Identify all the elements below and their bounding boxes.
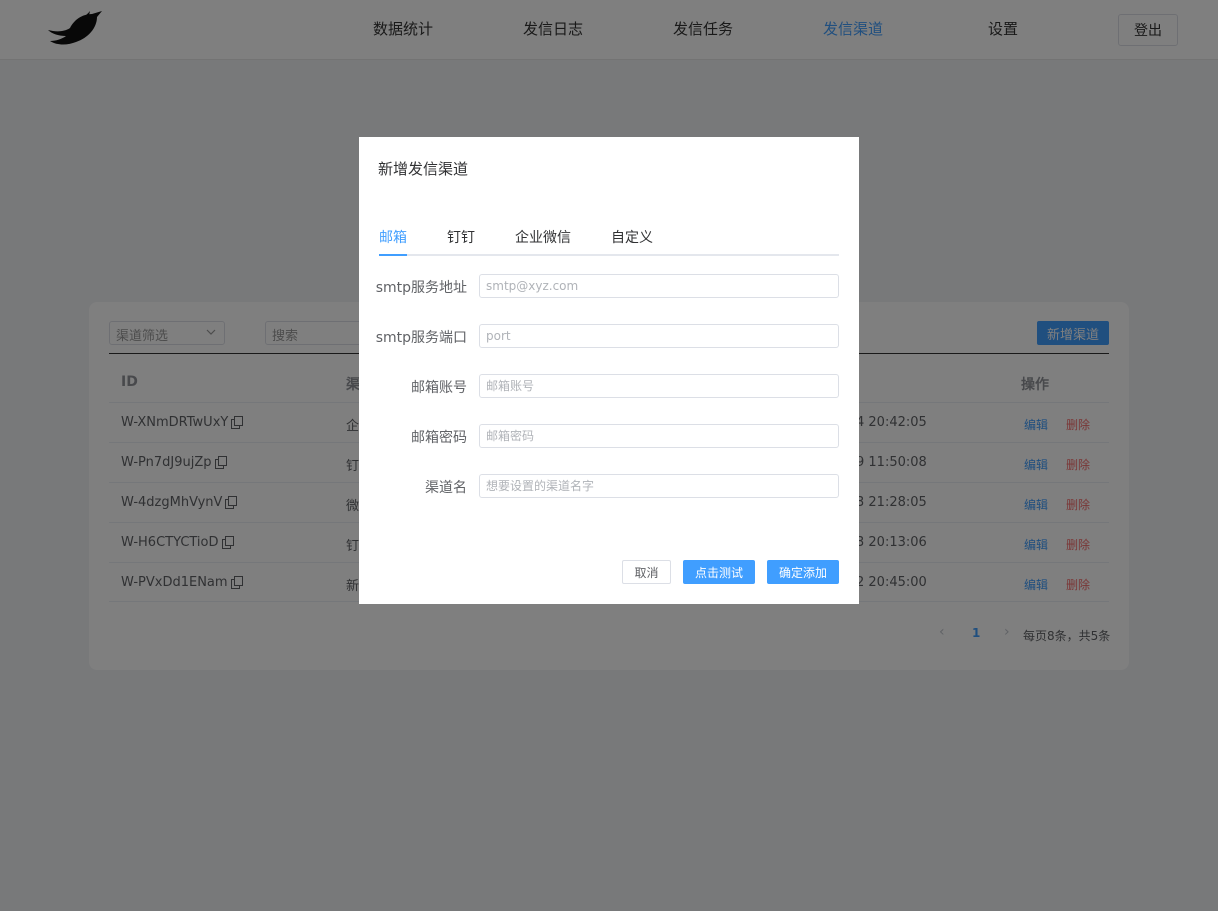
channel-name-label: 渠道名	[425, 480, 467, 496]
channel-name-input[interactable]	[479, 474, 839, 498]
smtp-port-input[interactable]	[479, 324, 839, 348]
smtp-host-label: smtp服务地址	[375, 280, 467, 296]
tab-dingtalk[interactable]: 钉钉	[447, 227, 475, 247]
form-row-smtp-port: smtp服务端口	[359, 324, 859, 348]
email-password-label: 邮箱密码	[411, 430, 467, 446]
tab-email[interactable]: 邮箱	[379, 227, 407, 247]
form-row-email-account: 邮箱账号	[359, 374, 859, 398]
smtp-port-label: smtp服务端口	[375, 330, 467, 346]
tab-custom[interactable]: 自定义	[611, 227, 653, 247]
add-channel-dialog: 新增发信渠道 邮箱 钉钉 企业微信 自定义 smtp服务地址 smtp服务端口 …	[359, 137, 859, 604]
test-button[interactable]: 点击测试	[683, 560, 755, 584]
tab-wecom[interactable]: 企业微信	[515, 227, 571, 247]
dialog-title: 新增发信渠道	[378, 160, 469, 178]
smtp-host-input[interactable]	[479, 274, 839, 298]
form-row-channel-name: 渠道名	[359, 474, 859, 498]
channel-type-tabs: 邮箱 钉钉 企业微信 自定义	[379, 225, 839, 256]
confirm-add-button[interactable]: 确定添加	[767, 560, 839, 584]
email-password-input[interactable]	[479, 424, 839, 448]
form-row-smtp-host: smtp服务地址	[359, 274, 859, 298]
active-tab-indicator	[379, 254, 407, 256]
cancel-button[interactable]: 取消	[622, 560, 671, 584]
form-row-email-password: 邮箱密码	[359, 424, 859, 448]
email-account-input[interactable]	[479, 374, 839, 398]
email-account-label: 邮箱账号	[411, 380, 467, 396]
